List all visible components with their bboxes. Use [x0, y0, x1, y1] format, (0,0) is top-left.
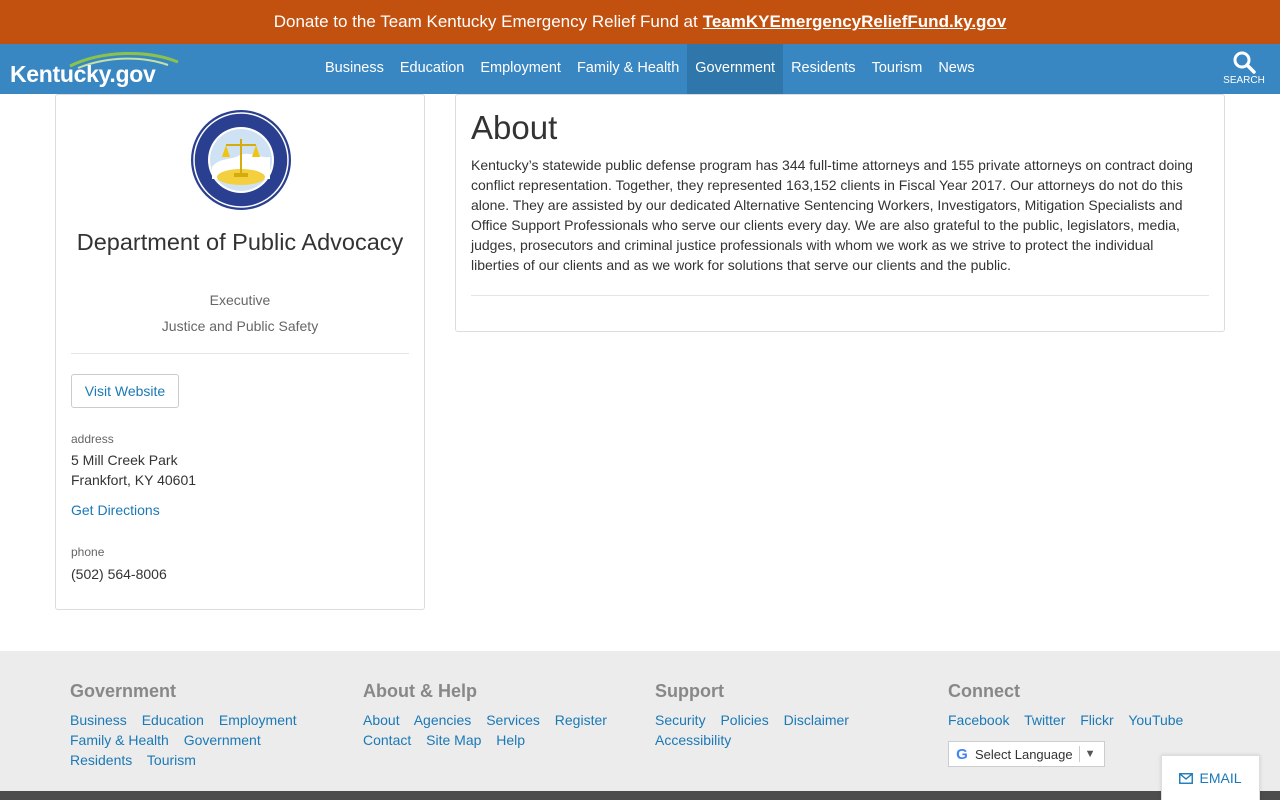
footer-link-contact[interactable]: Contact: [363, 732, 411, 748]
footer-link-twitter[interactable]: Twitter: [1024, 712, 1065, 728]
footer-link-help[interactable]: Help: [496, 732, 525, 748]
footer-about-help-title: About & Help: [363, 681, 477, 701]
divider: [71, 353, 409, 354]
footer-link-facebook[interactable]: Facebook: [948, 712, 1009, 728]
footer-link-tourism[interactable]: Tourism: [147, 752, 196, 768]
phone-number: (502) 564-8006: [71, 566, 167, 582]
footer-support-title: Support: [655, 681, 724, 701]
footer-connect-title: Connect: [948, 681, 1020, 701]
footer-link-register[interactable]: Register: [555, 712, 607, 728]
phone-label: phone: [71, 545, 105, 559]
footer-link-flickr[interactable]: Flickr: [1080, 712, 1113, 728]
footer-link-services[interactable]: Services: [486, 712, 540, 728]
divider: [1078, 746, 1080, 762]
footer-link-agencies[interactable]: Agencies: [414, 712, 472, 728]
nav-item-family-health[interactable]: Family & Health: [569, 44, 687, 94]
footer-link-about[interactable]: About: [363, 712, 400, 728]
footer-government: Government Business Education Employment…: [70, 681, 330, 770]
footer: Government Business Education Employment…: [0, 651, 1280, 791]
get-directions-link[interactable]: Get Directions: [71, 502, 160, 518]
footer-link-family-health[interactable]: Family & Health: [70, 732, 169, 748]
about-text: Kentucky’s statewide public defense prog…: [471, 157, 1193, 273]
email-button[interactable]: EMAIL: [1161, 755, 1260, 800]
footer-link-security[interactable]: Security: [655, 712, 706, 728]
visit-website-button[interactable]: Visit Website: [71, 374, 179, 408]
address-line2: Frankfort, KY 40601: [71, 472, 197, 488]
search-label: SEARCH: [1223, 75, 1265, 86]
address-label: address: [71, 432, 114, 446]
footer-link-youtube[interactable]: YouTube: [1128, 712, 1183, 728]
footer-bottom-bar: [0, 791, 1280, 800]
relief-fund-link[interactable]: TeamKYEmergencyReliefFund.ky.gov: [703, 12, 1007, 32]
footer-connect: Connect Facebook Twitter Flickr YouTube …: [948, 681, 1208, 767]
footer-link-business[interactable]: Business: [70, 712, 127, 728]
logo-text: Kentucky.gov: [10, 61, 156, 87]
agency-name: Department of Public Advocacy: [76, 229, 404, 255]
footer-government-title: Government: [70, 681, 177, 701]
footer-link-policies[interactable]: Policies: [720, 712, 768, 728]
footer-link-accessibility[interactable]: Accessibility: [655, 732, 731, 748]
google-icon: G: [956, 745, 968, 763]
agency-branch: Executive: [209, 292, 271, 308]
nav-item-residents[interactable]: Residents: [783, 44, 863, 94]
footer-link-residents[interactable]: Residents: [70, 752, 132, 768]
banner-text: Donate to the Team Kentucky Emergency Re…: [273, 12, 698, 31]
nav-item-news[interactable]: News: [930, 44, 982, 94]
kentucky-gov-logo[interactable]: Kentucky.gov: [8, 52, 183, 88]
main-navigation: Kentucky.gov Business Education Employme…: [0, 44, 1280, 94]
footer-support: Support Security Policies Disclaimer Acc…: [655, 681, 915, 750]
about-heading: About: [471, 109, 558, 146]
nav-item-business[interactable]: Business: [317, 44, 392, 94]
agency-cabinet: Justice and Public Safety: [161, 318, 319, 334]
about-card: About Kentucky’s statewide public defens…: [455, 94, 1225, 332]
nav-item-tourism[interactable]: Tourism: [864, 44, 931, 94]
donate-banner: Donate to the Team Kentucky Emergency Re…: [0, 0, 1280, 44]
agency-seal-icon: [191, 110, 291, 210]
footer-link-government[interactable]: Government: [184, 732, 261, 748]
nav-menu: Business Education Employment Family & H…: [317, 44, 983, 94]
language-select[interactable]: G Select Language ▼: [948, 741, 1105, 767]
footer-about-help: About & Help About Agencies Services Reg…: [363, 681, 623, 750]
agency-card: Department of Public Advocacy Executive …: [55, 94, 425, 610]
nav-item-government[interactable]: Government: [687, 44, 784, 94]
search-button[interactable]: SEARCH: [1220, 50, 1268, 90]
footer-link-employment[interactable]: Employment: [219, 712, 297, 728]
footer-link-education[interactable]: Education: [142, 712, 204, 728]
nav-item-education[interactable]: Education: [392, 44, 473, 94]
footer-link-disclaimer[interactable]: Disclaimer: [784, 712, 849, 728]
address-line1: 5 Mill Creek Park: [71, 452, 178, 468]
nav-item-employment[interactable]: Employment: [472, 44, 569, 94]
language-select-label: Select Language: [975, 746, 1073, 762]
search-icon: [1233, 51, 1256, 74]
email-label: EMAIL: [1199, 770, 1242, 786]
divider: [471, 295, 1209, 296]
dropdown-arrow-icon: ▼: [1084, 748, 1096, 760]
envelope-icon: [1179, 772, 1194, 784]
footer-link-site-map[interactable]: Site Map: [426, 732, 481, 748]
